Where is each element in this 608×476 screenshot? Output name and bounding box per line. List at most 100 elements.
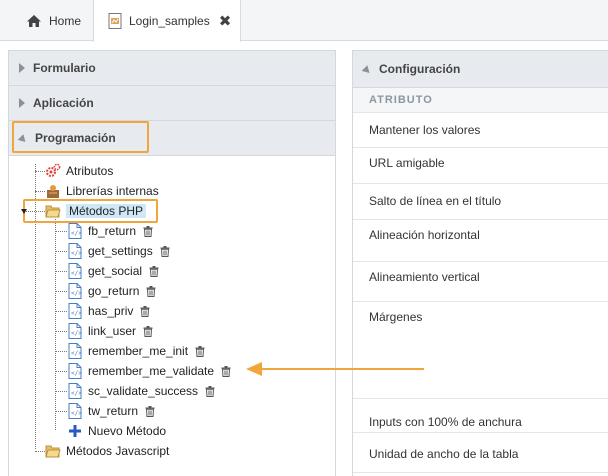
config-row-label: Inputs con 100% de anchura: [369, 415, 522, 429]
tree-item-method[interactable]: </> has_priv: [67, 302, 150, 320]
tree-line: [55, 411, 67, 412]
config-row[interactable]: Inputs con 100% de anchura: [353, 399, 608, 433]
close-tab-icon[interactable]: ✖: [219, 14, 232, 29]
svg-text:</>: </>: [71, 230, 82, 237]
document-icon: [108, 13, 122, 29]
tree-item-method[interactable]: </> tw_return: [67, 402, 155, 420]
config-row[interactable]: Márgenes: [353, 302, 608, 399]
code-file-icon: </>: [67, 283, 83, 299]
plus-icon: [67, 423, 83, 439]
method-label: has_priv: [88, 304, 134, 318]
left-panel: Formulario Aplicación Programación Atrib…: [8, 50, 336, 476]
config-row[interactable]: Alineamiento vertical: [353, 262, 608, 302]
tree-item-method[interactable]: </> go_return: [67, 282, 156, 300]
tree-item-nuevo-metodo[interactable]: Nuevo Método: [67, 422, 166, 440]
home-icon: [26, 14, 42, 28]
trash-icon[interactable]: [221, 365, 231, 377]
tab-bar: Home Login_samples ✖: [0, 0, 608, 42]
tree-item-method[interactable]: </> remember_me_validate: [67, 362, 231, 380]
folder-icon: [45, 443, 61, 459]
trash-icon[interactable]: [160, 245, 170, 257]
tree-item-method[interactable]: </> sc_validate_success: [67, 382, 215, 400]
svg-text:</>: </>: [71, 290, 82, 297]
svg-text:</>: </>: [71, 370, 82, 377]
tree-item-atributos[interactable]: Atributos: [45, 162, 113, 180]
method-label: sc_validate_success: [88, 384, 199, 398]
tree-item-atributos-label: Atributos: [66, 164, 114, 178]
library-icon: [45, 183, 61, 199]
gears-icon: [45, 163, 61, 179]
trash-icon[interactable]: [195, 345, 205, 357]
config-row[interactable]: Alineación horizontal: [353, 220, 608, 262]
configuracion-title: Configuración: [379, 62, 461, 76]
svg-text:</>: </>: [71, 330, 82, 337]
tree-line: [55, 311, 67, 312]
tab-login-samples-label: Login_samples: [129, 14, 210, 28]
code-file-icon: </>: [67, 343, 83, 359]
config-row[interactable]: URL amigable: [353, 148, 608, 184]
trash-icon[interactable]: [205, 385, 215, 397]
config-row[interactable]: Mantener los valores: [353, 113, 608, 148]
code-file-icon: </>: [67, 243, 83, 259]
tree-item-metodos-javascript[interactable]: Métodos Javascript: [45, 442, 169, 460]
tree-line: [55, 291, 67, 292]
section-formulario[interactable]: Formulario: [9, 51, 335, 86]
configuracion-header[interactable]: Configuración: [353, 51, 608, 88]
trash-icon[interactable]: [143, 225, 153, 237]
tree-item-method[interactable]: </> get_social: [67, 262, 159, 280]
code-file-icon: </>: [67, 383, 83, 399]
config-row-label: Márgenes: [369, 310, 423, 324]
expanded-arrow-icon: [361, 64, 373, 76]
method-label: get_settings: [88, 244, 153, 258]
tab-login-samples[interactable]: Login_samples ✖: [93, 0, 241, 42]
svg-text:</>: </>: [71, 350, 82, 357]
tree-line: [55, 371, 67, 372]
trash-icon[interactable]: [145, 405, 155, 417]
trash-icon[interactable]: [140, 305, 150, 317]
trash-icon[interactable]: [149, 265, 159, 277]
tab-home[interactable]: Home: [12, 0, 92, 41]
collapsed-arrow-icon: [19, 98, 25, 108]
config-row-label: Unidad de ancho de la tabla: [369, 447, 519, 461]
metodos-php-highlight: [23, 199, 158, 223]
tree-item-method[interactable]: </> link_user: [67, 322, 153, 340]
tree-line: [35, 191, 45, 192]
tree-item-librerias-label: Librerías internas: [66, 184, 159, 198]
section-formulario-label: Formulario: [33, 61, 96, 75]
tree-item-method[interactable]: </> remember_me_init: [67, 342, 205, 360]
tree-line: [55, 351, 67, 352]
annotation-arrow: [246, 362, 424, 376]
code-file-icon: </>: [67, 363, 83, 379]
tree-item-method[interactable]: </> fb_return: [67, 222, 153, 240]
tree-item-metodos-javascript-label: Métodos Javascript: [66, 444, 170, 458]
trash-icon[interactable]: [143, 325, 153, 337]
config-row[interactable]: Unidad de ancho de la tabla: [353, 433, 608, 473]
method-label: link_user: [88, 324, 137, 338]
tree-line: [55, 251, 67, 252]
section-aplicacion[interactable]: Aplicación: [9, 86, 335, 121]
method-label: go_return: [88, 284, 140, 298]
tree-line: [35, 171, 45, 172]
config-row[interactable]: Salto de línea en el título: [353, 184, 608, 220]
method-label: fb_return: [88, 224, 137, 238]
expand-caret-icon[interactable]: [21, 209, 27, 214]
code-file-icon: </>: [67, 323, 83, 339]
tab-home-label: Home: [49, 13, 82, 28]
svg-text:</>: </>: [71, 390, 82, 397]
trash-icon[interactable]: [146, 285, 156, 297]
tree-item-librerias[interactable]: Librerías internas: [45, 182, 159, 200]
section-aplicacion-label: Aplicación: [33, 96, 94, 110]
tree-line: [55, 271, 67, 272]
svg-text:</>: </>: [71, 250, 82, 257]
config-row-label: Salto de línea en el título: [369, 194, 502, 208]
atributo-subheader: ATRIBUTO: [353, 88, 608, 113]
svg-text:</>: </>: [71, 270, 82, 277]
code-file-icon: </>: [67, 263, 83, 279]
tree-item-method[interactable]: </> get_settings: [67, 242, 170, 260]
atributo-subheader-label: ATRIBUTO: [369, 94, 433, 106]
tree-line: [55, 391, 67, 392]
svg-text:</>: </>: [71, 310, 82, 317]
tree-line: [55, 331, 67, 332]
code-file-icon: </>: [67, 223, 83, 239]
tree-line: [55, 231, 67, 232]
